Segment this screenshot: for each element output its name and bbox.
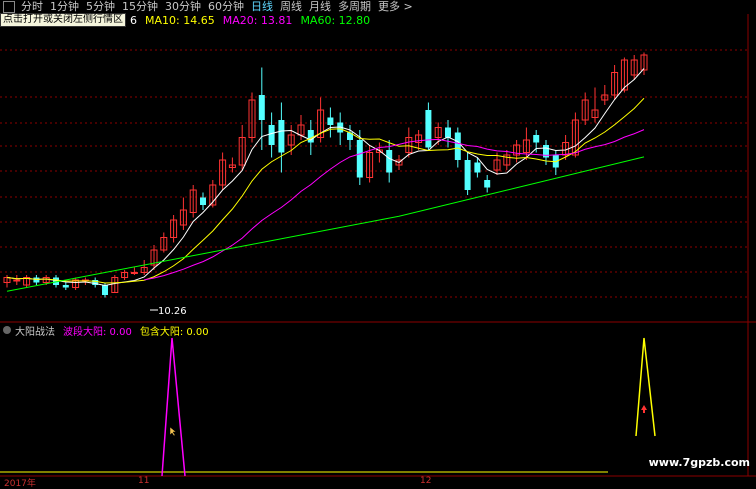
ma5-value: 6 (130, 13, 137, 27)
candle-body-54 (533, 135, 540, 143)
tab-0[interactable]: 分时 (21, 0, 43, 13)
candle-body-20 (200, 197, 206, 205)
signal-spike-yellow (635, 337, 656, 437)
tab-3[interactable]: 15分钟 (122, 0, 158, 13)
indicator-menu-icon[interactable] (3, 326, 11, 334)
indicator-header: 大阳战法 波段大阳: 0.00 包含大阳: 0.00 (0, 323, 217, 338)
xaxis-label-dec: 12 (420, 476, 432, 486)
signal-spike-magenta (161, 337, 186, 477)
ma60-value: MA60: 12.80 (300, 13, 371, 27)
tab-7[interactable]: 周线 (280, 0, 302, 13)
cursor-hand-icon (169, 426, 177, 437)
candle-body-48 (474, 162, 481, 173)
toggle-tooltip: 点击打开或关闭左侧行情区 (0, 13, 126, 27)
candle-body-39 (386, 150, 393, 173)
tab-8[interactable]: 月线 (309, 0, 331, 13)
ma10-line (6, 97, 645, 284)
indicator-line1: 波段大阳: 0.00 (63, 326, 132, 338)
candle-body-43 (425, 110, 432, 148)
ma-legend: 点击打开或关闭左侧行情区 6 MA10: 14.65 MA20: 13.81 M… (0, 13, 378, 27)
candle-body-49 (484, 180, 491, 188)
low-price-label: 10.26 (158, 306, 187, 317)
tab-5[interactable]: 60分钟 (208, 0, 244, 13)
candle-body-33 (327, 117, 334, 125)
tab-9[interactable]: 多周期 (338, 0, 371, 13)
candle-body-1 (13, 279, 21, 282)
candle-body-3 (33, 277, 40, 283)
candle-body-13 (130, 272, 138, 274)
period-toolbar: 分时 1分钟 5分钟 15分钟 30分钟 60分钟 日线 周线 月线 多周期 更多 > (0, 0, 756, 13)
candle-body-36 (356, 140, 363, 178)
candle-body-46 (454, 132, 461, 160)
candle-body-31 (307, 130, 314, 143)
ma10-value: MA10: 14.65 (145, 13, 215, 27)
xaxis-label-year: 2017年 (4, 479, 36, 489)
candle-body-28 (278, 120, 285, 153)
tab-4[interactable]: 30分钟 (165, 0, 201, 13)
ma60-line (6, 156, 645, 292)
candle-body-45 (445, 127, 451, 138)
candle-body-26 (258, 95, 265, 120)
watermark: www.7gpzb.com (648, 456, 750, 469)
indicator-line2: 包含大阳: 0.00 (139, 326, 209, 338)
ma20-value: MA20: 13.81 (222, 13, 293, 27)
up-arrow-icon (641, 405, 647, 413)
left-panel-toggle-icon[interactable] (3, 0, 15, 13)
candle-body-6 (62, 285, 69, 288)
candle-body-27 (268, 125, 275, 145)
ma5-line (6, 68, 645, 287)
period-tabs: 分时 1分钟 5分钟 15分钟 30分钟 60分钟 日线 周线 月线 多周期 更多 > (21, 0, 420, 13)
xaxis-label-nov: 11 (138, 476, 150, 486)
tab-6[interactable]: 日线 (251, 0, 273, 13)
tab-10[interactable]: 更多 > (378, 0, 413, 13)
candle-body-47 (464, 160, 471, 190)
indicator-name[interactable]: 大阳战法 (15, 323, 55, 338)
tab-2[interactable]: 5分钟 (86, 0, 115, 13)
kline-chart[interactable]: 10.26 (0, 0, 756, 487)
candle-body-10 (102, 285, 108, 295)
x-axis: 2017年 11 12 (0, 476, 756, 489)
tab-1[interactable]: 1分钟 (50, 0, 79, 13)
